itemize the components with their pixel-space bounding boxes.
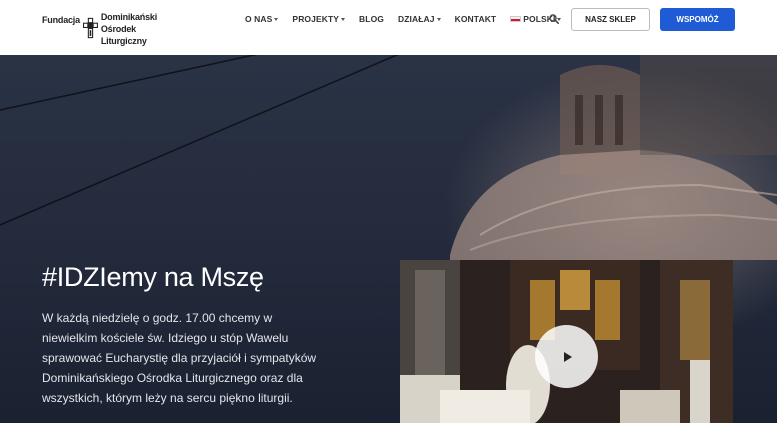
play-icon (564, 351, 572, 362)
video-player[interactable] (400, 260, 733, 423)
logo-text-block: Dominikański Ośrodek Liturgiczny (101, 11, 157, 47)
site-logo[interactable]: Fundacja Dominikański Ośrodek Liturgiczn… (42, 9, 157, 49)
play-button[interactable] (535, 325, 598, 388)
site-header: Fundacja Dominikański Ośrodek Liturgiczn… (0, 0, 777, 55)
nav-label: Blog (359, 14, 385, 24)
polish-flag-icon (510, 16, 522, 22)
shop-button[interactable]: Nasz sklep (571, 8, 650, 31)
nav-item-o-nas[interactable]: O nas (245, 14, 279, 24)
logo-line-1: Dominikański (100, 12, 157, 22)
logo-line-2: Ośrodek (100, 24, 136, 34)
nav-label: O nas (245, 14, 273, 24)
chevron-down-icon (341, 17, 346, 21)
chevron-down-icon (436, 17, 441, 21)
nav-label: Projekty (292, 14, 340, 24)
logo-line-3: Liturgiczny (100, 36, 147, 46)
hero-description: W każdą niedzielę o godz. 17.00 chcemy w… (42, 311, 317, 405)
hero-section: #IDZIemy na Mszę W każdą niedzielę o god… (0, 55, 777, 423)
nav-label: Działaj (398, 14, 435, 24)
main-nav: O nas Projekty Blog Działaj Kontakt Pols… (245, 13, 575, 25)
logo-emblem-icon (82, 17, 98, 39)
nav-item-projekty[interactable]: Projekty (292, 14, 346, 24)
nav-label: Kontakt (454, 14, 497, 24)
logo-text-fundacja: Fundacja (42, 15, 80, 25)
chevron-down-icon (274, 17, 279, 21)
search-icon[interactable] (549, 14, 559, 24)
hero-title: #IDZIemy na Mszę (42, 262, 264, 292)
nav-item-blog[interactable]: Blog (359, 14, 384, 24)
support-button[interactable]: Wspomóż (660, 8, 735, 31)
nav-item-kontakt[interactable]: Kontakt (455, 14, 497, 24)
nav-item-dzialaj[interactable]: Działaj (398, 14, 441, 24)
